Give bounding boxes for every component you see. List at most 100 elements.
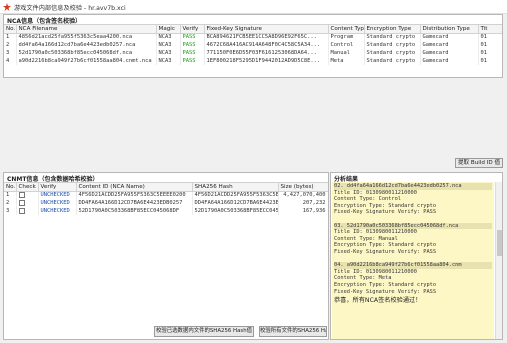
fixed-key-signature: 771150F0E6D55F03F6161253068DA64... [204, 49, 329, 57]
title-id: 01 [478, 49, 502, 57]
row-number: 3 [4, 207, 17, 215]
nca-magic: NCA3 [156, 41, 181, 49]
fixed-key-signature: 4672C68A416AC914A648F0C4C58C5A34... [204, 41, 329, 49]
size-bytes: 4,427,070,400 [278, 191, 328, 199]
column-header[interactable]: Encryption Type [364, 25, 421, 34]
row-number: 3 [4, 49, 17, 57]
row-checkbox[interactable] [18, 199, 25, 206]
title-id: 01 [478, 41, 502, 49]
content-type: Meta [328, 57, 365, 65]
row-number: 1 [4, 191, 17, 199]
analysis-line: Fixed-Key Signature Verify: PASS [334, 288, 437, 295]
table-row[interactable]: 4 a90d2216b8ca949f27b6cf01558aa804.cnmt.… [4, 57, 502, 65]
distribution-type: Gamecard [420, 41, 479, 49]
check-all-hash-button[interactable]: 校验所有文件的SHA256 Hash值 [259, 326, 327, 337]
column-header[interactable]: Distribution Type [420, 25, 479, 34]
nca-table-header: No. NCA Filename Magic Verify Fixed-Key … [4, 25, 502, 34]
analysis-panel: 分析结果 02. dd4fa64a166d12cd7ba6e4423edb025… [330, 172, 503, 340]
extract-build-id-button[interactable]: 提取 Build ID 值 [455, 158, 503, 168]
verify-status: PASS [180, 33, 205, 41]
nca-table[interactable]: No. NCA Filename Magic Verify Fixed-Key … [4, 24, 502, 77]
size-bytes: 207,232 [278, 199, 328, 207]
title-id: 01 [478, 33, 502, 41]
verify-status: UNCHECKED [38, 199, 77, 207]
column-header[interactable]: Size (bytes) [278, 183, 328, 192]
nca-magic: NCA3 [156, 57, 181, 65]
content-type: Manual [328, 49, 365, 57]
verify-status: UNCHECKED [38, 207, 77, 215]
column-header[interactable]: Content ID (NCA Name) [76, 183, 193, 192]
nca-magic: NCA3 [156, 33, 181, 41]
column-header[interactable]: No. [4, 183, 17, 192]
content-id: DD4FA64A166D12CD7BA6E4423EDB0257 [76, 199, 193, 207]
analysis-line: Encryption Type: Standard crypto [334, 281, 437, 288]
verify-status: PASS [180, 41, 205, 49]
nca-filename: 52d1790a0c503368bf85ecc045068df.nca [16, 49, 157, 57]
check-selected-hash-button[interactable]: 校验已选数据内文件的SHA256 Hash值 [154, 326, 254, 337]
row-checkbox[interactable] [18, 207, 25, 214]
sha256-hash: 4F56D21ACDD25FA955F5363C5EEEE0... [192, 191, 279, 199]
verify-status: UNCHECKED [38, 191, 77, 199]
encryption-type: Standard crypto [364, 33, 421, 41]
sha256-hash: 52D1790A0C503368BF85ECC045068D... [192, 207, 279, 215]
table-row[interactable]: 2 dd4fa64a166d12cd7ba6e4423edb0257.nca N… [4, 41, 502, 49]
encryption-type: Standard crypto [364, 57, 421, 65]
row-number: 2 [4, 199, 17, 207]
encryption-type: Standard crypto [364, 49, 421, 57]
column-header[interactable]: Verify [38, 183, 77, 192]
cnmt-table[interactable]: No. Check Verify Content ID (NCA Name) S… [4, 182, 328, 322]
scrollbar-thumb[interactable] [497, 230, 502, 256]
column-header[interactable]: Verify [180, 25, 205, 34]
analysis-line: Content Type: Manual [334, 235, 398, 242]
column-header[interactable]: Check [16, 183, 39, 192]
nca-magic: NCA3 [156, 49, 181, 57]
analysis-entry-heading: 02. dd4fa64a166d12cd7ba6e4423edb0257.nca [334, 183, 492, 190]
column-header[interactable]: NCA Filename [16, 25, 157, 34]
analysis-line: Fixed-Key Signature Verify: PASS [334, 248, 437, 255]
row-checkbox-cell [16, 207, 39, 215]
analysis-line: Encryption Type: Standard crypto [334, 242, 437, 249]
column-header[interactable]: Content Type [328, 25, 365, 34]
row-checkbox-cell [16, 191, 39, 199]
encryption-type: Standard crypto [364, 41, 421, 49]
verify-status: PASS [180, 57, 205, 65]
column-header[interactable]: Fixed-Key Signature [204, 25, 329, 34]
cnmt-table-header: No. Check Verify Content ID (NCA Name) S… [4, 183, 328, 192]
nca-filename: dd4fa64a166d12cd7ba6e4423edb0257.nca [16, 41, 157, 49]
analysis-line [334, 256, 492, 263]
analysis-line: Content Type: Meta [334, 275, 392, 282]
title-id: 01 [478, 57, 502, 65]
analysis-line: Fixed-Key Signature Verify: PASS [334, 209, 437, 216]
fixed-key-signature: 1EF800218F5295D1F9442012AD9D5C8E... [204, 57, 329, 65]
content-type: Control [328, 41, 365, 49]
empty-area [3, 79, 503, 159]
column-header[interactable]: Tit [478, 25, 502, 34]
analysis-output[interactable]: 02. dd4fa64a166d12cd7ba6e4423edb0257.nca… [332, 182, 494, 339]
row-number: 4 [4, 57, 17, 65]
window-titlebar: 游戏文件内部信息及校验 - hr.avv7b.xci [0, 0, 507, 14]
table-row[interactable]: 3 52d1790a0c503368bf85ecc045068df.nca NC… [4, 49, 502, 57]
content-type: Program [328, 33, 365, 41]
nca-filename: a90d2216b8ca949f27b6cf01558aa804.cnmt.nc… [16, 57, 157, 65]
analysis-scrollbar[interactable] [495, 182, 502, 339]
analysis-lines: 02. dd4fa64a166d12cd7ba6e4423edb0257.nca… [334, 183, 492, 295]
row-number: 1 [4, 33, 17, 41]
app-icon [3, 3, 11, 11]
window-title: 游戏文件内部信息及校验 - hr.avv7b.xci [14, 5, 126, 12]
column-header[interactable]: SHA256 Hash [192, 183, 279, 192]
cnmt-info-panel: CNMT信息（包含数据哈希校验） No. Check Verify Conten… [3, 172, 329, 340]
table-row[interactable]: 1 UNCHECKED 4F56D21ACDD25FA955F5363C5EEE… [4, 191, 328, 199]
table-row[interactable]: 3 UNCHECKED 52D1790A0C503368BF85ECC04506… [4, 207, 328, 215]
table-row[interactable]: 2 UNCHECKED DD4FA64A166D12CD7BA6E4423EDB… [4, 199, 328, 207]
column-header[interactable]: No. [4, 25, 17, 34]
analysis-line: Title ID: 0130980011210000 [334, 189, 417, 196]
distribution-type: Gamecard [420, 49, 479, 57]
analysis-entry-heading: 04. a90d2216b8ca949f27b6cf01558aa804.cnm [334, 262, 492, 269]
size-bytes: 167,936 [278, 207, 328, 215]
row-checkbox[interactable] [18, 192, 25, 198]
column-header[interactable]: Magic [156, 25, 181, 34]
content-id: 52D1790A0C503368BF85ECC045068DF [76, 207, 193, 215]
fixed-key-signature: BCA894621FCB5EE1CC5A8D96E92F65C... [204, 33, 329, 41]
distribution-type: Gamecard [420, 33, 479, 41]
table-row[interactable]: 1 4856d21acd25fa955f5363c5eaa4200.nca NC… [4, 33, 502, 41]
